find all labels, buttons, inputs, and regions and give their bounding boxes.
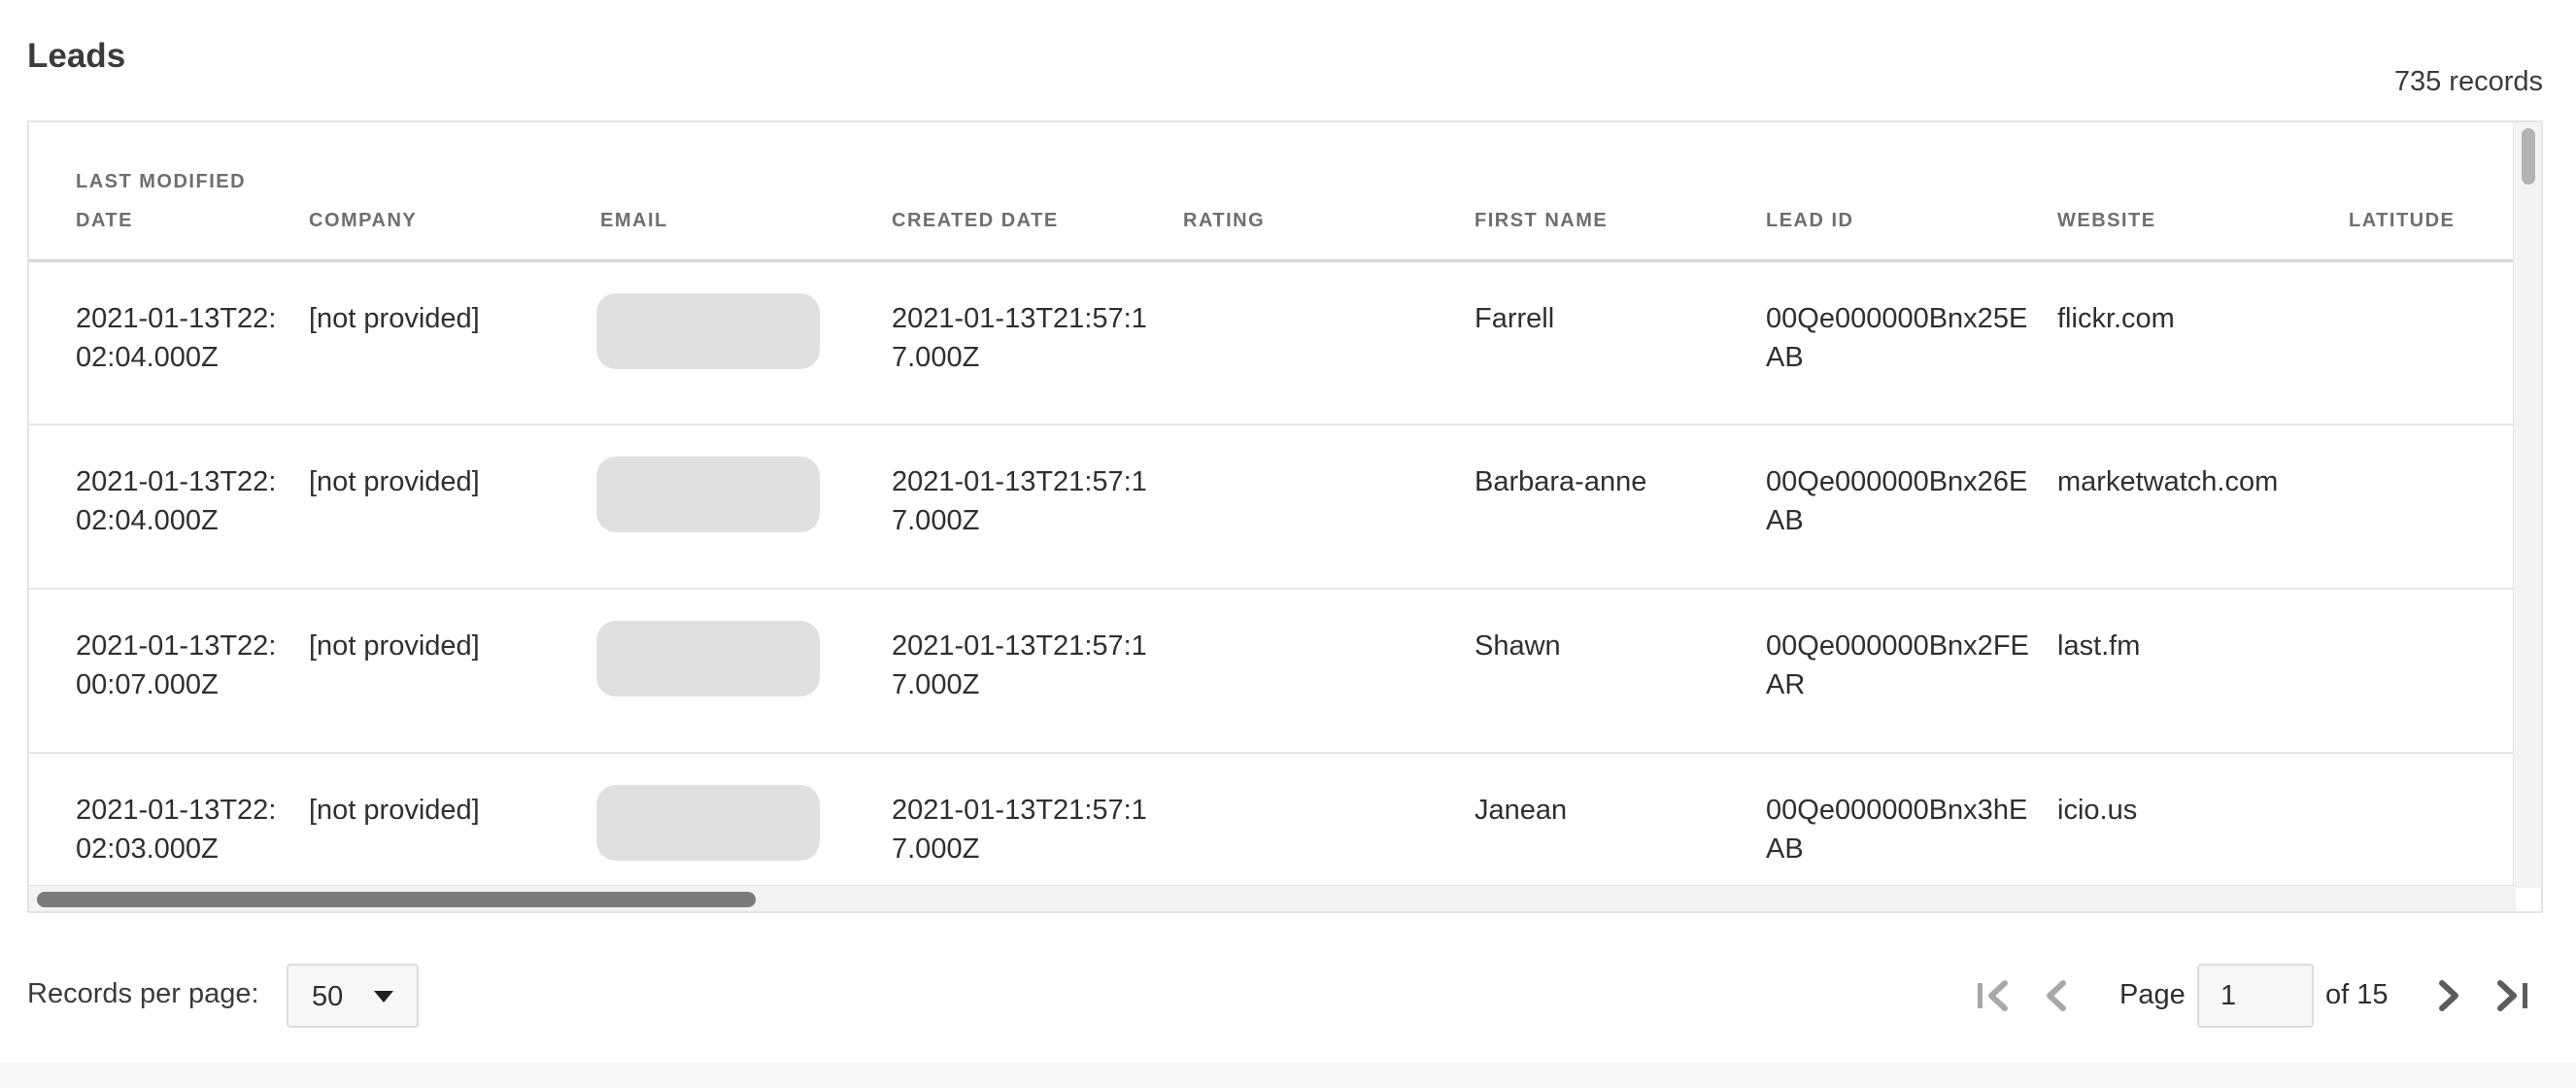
first-page-icon[interactable] [1968,964,2017,1028]
cell-rating [1183,260,1474,425]
page-footer-shade [0,1063,2576,1088]
redacted-email [596,785,820,861]
table-row[interactable]: 2021-01-13T22:02:03.000Z [not provided] … [29,753,2516,888]
chevron-down-icon [374,991,393,1003]
column-header-lead-id[interactable]: LEAD ID [1766,122,2057,262]
cell-latitude [2349,260,2516,425]
cell-email [596,260,892,425]
cell-company: [not provided] [309,302,480,334]
cell-lead-id: 00Qe000000Bnx25EAB [1766,302,2028,373]
cell-lead-id: 00Qe000000Bnx2FEAR [1766,630,2029,700]
cell-latitude [2349,753,2516,888]
records-per-page-select[interactable]: 50 [287,964,419,1028]
cell-company: [not provided] [309,795,480,826]
vertical-scrollbar[interactable] [2513,122,2541,888]
cell-latitude [2349,425,2516,589]
vertical-scrollbar-thumb[interactable] [2522,128,2535,185]
cell-last-modified-date: 2021-01-13T22:02:03.000Z [76,795,277,865]
cell-lead-id: 00Qe000000Bnx3hEAB [1766,795,2028,865]
records-count: 735 records [2393,66,2543,97]
records-per-page-value: 50 [312,981,344,1012]
column-header-latitude[interactable]: LATITUDE [2349,122,2516,262]
last-page-icon[interactable] [2489,964,2537,1028]
records-per-page-label: Records per page: [27,978,259,1009]
cell-email [596,753,892,888]
cell-email [596,589,892,753]
cell-created-date: 2021-01-13T21:57:17.000Z [892,466,1147,536]
horizontal-scrollbar-thumb[interactable] [37,892,756,907]
cell-rating [1183,425,1474,589]
column-header-email[interactable]: EMAIL [600,122,892,262]
cell-created-date: 2021-01-13T21:57:17.000Z [892,795,1147,865]
horizontal-scrollbar[interactable] [29,885,2516,911]
leads-table-frame: LAST MODIFIED DATE COMPANY EMAIL CREATED… [27,120,2543,913]
column-header-company[interactable]: COMPANY [309,122,600,262]
cell-last-modified-date: 2021-01-13T22:02:04.000Z [76,302,277,373]
leads-page: Leads 735 records LAST MODIFIED DATE COM… [0,0,2576,1088]
cell-website: marketwatch.com [2057,466,2279,497]
previous-page-icon[interactable] [2032,964,2081,1028]
redacted-email [596,292,820,369]
redacted-email [596,621,820,697]
column-header-created-date[interactable]: CREATED DATE [892,122,1183,262]
cell-email [596,425,892,589]
cell-first-name: Shawn [1474,630,1561,662]
table-body: 2021-01-13T22:02:04.000Z [not provided] … [29,260,2516,888]
table-header: LAST MODIFIED DATE COMPANY EMAIL CREATED… [29,122,2516,262]
column-header-last-modified-date[interactable]: LAST MODIFIED DATE [29,122,309,262]
column-header-rating[interactable]: RATING [1183,122,1474,262]
cell-company: [not provided] [309,630,480,662]
table-row[interactable]: 2021-01-13T22:00:07.000Z [not provided] … [29,589,2516,753]
page-title: Leads [27,37,126,75]
cell-last-modified-date: 2021-01-13T22:00:07.000Z [76,630,277,700]
page-number-input[interactable] [2197,964,2314,1028]
cell-lead-id: 00Qe000000Bnx26EAB [1766,466,2028,536]
cell-website: last.fm [2057,630,2141,662]
next-page-icon[interactable] [2424,964,2473,1028]
page-label: Page [2119,979,2186,1010]
cell-first-name: Barbara-anne [1474,466,1647,497]
table-row[interactable]: 2021-01-13T22:02:04.000Z [not provided] … [29,260,2516,425]
cell-rating [1183,589,1474,753]
cell-website: flickr.com [2057,302,2175,334]
cell-latitude [2349,589,2516,753]
cell-last-modified-date: 2021-01-13T22:02:04.000Z [76,466,277,536]
redacted-email [596,457,820,532]
cell-first-name: Farrell [1474,302,1555,334]
column-header-website[interactable]: WEBSITE [2057,122,2349,262]
table-row[interactable]: 2021-01-13T22:02:04.000Z [not provided] … [29,425,2516,589]
cell-first-name: Janean [1474,795,1568,826]
cell-rating [1183,753,1474,888]
leads-table-viewport: LAST MODIFIED DATE COMPANY EMAIL CREATED… [29,122,2516,888]
cell-company: [not provided] [309,466,480,497]
header-row: LAST MODIFIED DATE COMPANY EMAIL CREATED… [29,122,2516,262]
total-pages-label: of 15 [2325,979,2389,1010]
leads-table: LAST MODIFIED DATE COMPANY EMAIL CREATED… [29,122,2516,888]
column-header-first-name[interactable]: FIRST NAME [1474,122,1766,262]
cell-website: icio.us [2057,795,2138,826]
cell-created-date: 2021-01-13T21:57:17.000Z [892,630,1147,700]
cell-created-date: 2021-01-13T21:57:17.000Z [892,302,1147,373]
